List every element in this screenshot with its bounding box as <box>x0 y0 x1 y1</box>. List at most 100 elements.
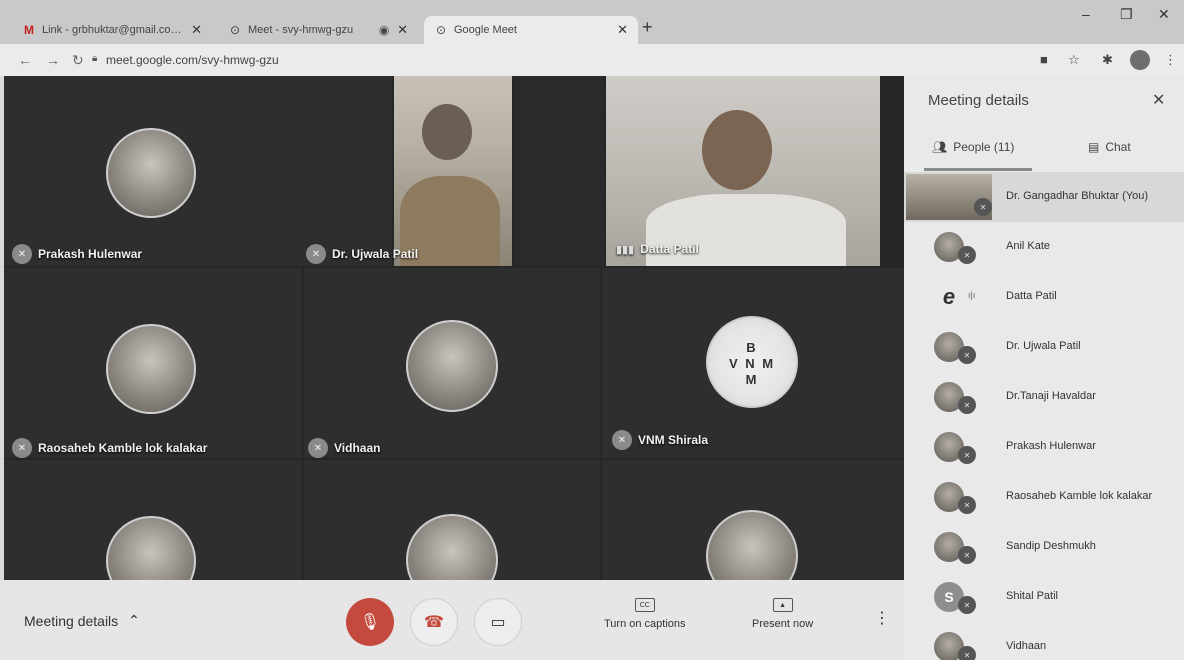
tile-raosaheb-kamble[interactable]: ✕ Raosaheb Kamble lok kalakar <box>4 268 302 458</box>
people-icon: 👥︎ <box>932 140 948 154</box>
chrome-menu-icon[interactable]: ⋮ <box>1164 52 1177 68</box>
mic-off-icon: ✕ <box>958 446 976 464</box>
list-item[interactable]: ✕ Dr. Ujwala Patil <box>904 322 1184 372</box>
participant-face <box>702 110 772 190</box>
hang-up-icon: ☎︎ <box>424 614 444 631</box>
list-item[interactable]: ✕ Dr. Gangadhar Bhuktar (You) <box>904 172 1184 222</box>
camera-toggle-button[interactable]: ▭ <box>474 598 522 646</box>
tab-title: Google Meet <box>454 24 517 36</box>
close-tab-icon[interactable]: ✕ <box>397 22 408 38</box>
participant-name: Raosaheb Kamble lok kalakar <box>1006 490 1153 502</box>
participant-name: Prakash Hulenwar <box>38 247 143 261</box>
gmail-icon: M <box>24 23 34 37</box>
mic-off-icon: ✕ <box>958 646 976 660</box>
mic-off-icon: ✕ <box>308 438 328 458</box>
tile-label: ✕ Vidhaan <box>308 438 380 458</box>
tile-label: ✕ Prakash Hulenwar <box>12 244 142 264</box>
close-tab-icon[interactable]: ✕ <box>191 22 202 38</box>
present-now-button[interactable]: ▲ Present now <box>752 598 813 630</box>
list-item[interactable]: ✕ Anil Kate <box>904 222 1184 272</box>
tab-label: People (11) <box>953 140 1015 154</box>
participant-name: Dr. Ujwala Patil <box>332 247 419 261</box>
mic-off-icon: ✕ <box>306 244 326 264</box>
participant-name: Sandip Deshmukh <box>1006 540 1096 552</box>
bookmark-star-icon[interactable]: ☆ <box>1068 52 1080 68</box>
new-tab-button[interactable]: + <box>642 17 653 38</box>
mic-off-icon: ✕ <box>612 430 632 450</box>
vnm-logo: BV N MM <box>706 316 798 408</box>
close-window-icon[interactable]: ✕ <box>1158 6 1170 23</box>
list-item[interactable]: ✕ Sandip Deshmukh <box>904 522 1184 572</box>
tile-vnm-shirala[interactable]: BV N MM ✕ VNM Shirala <box>602 268 904 458</box>
list-item[interactable]: ✕ Raosaheb Kamble lok kalakar <box>904 472 1184 522</box>
active-tab-indicator <box>924 168 1032 171</box>
list-item[interactable]: ✕ Dr.Tanaji Havaldar <box>904 372 1184 422</box>
leave-call-button[interactable]: ☎︎ <box>410 598 458 646</box>
mic-toggle-button[interactable]: 🎙︎ <box>346 598 394 646</box>
tile-datta-patil[interactable]: ▮▮▮ Datta Patil <box>606 76 880 266</box>
speaking-indicator-icon: ı|ı <box>968 290 976 300</box>
address-bar: ← → ↻ 🔒︎ meet.google.com/svy-hmwg-gzu ■ … <box>0 44 1184 76</box>
forward-icon[interactable]: → <box>46 52 60 68</box>
tab-meet-svy[interactable]: ⊙ Meet - svy-hmwg-gzu ◉ ✕ <box>218 16 418 44</box>
tile-label: ✕ Dr. Ujwala Patil <box>306 244 418 264</box>
extensions-icon[interactable]: ✱ <box>1102 52 1113 68</box>
mic-off-icon: ✕ <box>958 546 976 564</box>
tile-prakash-hulenwar[interactable]: ✕ Prakash Hulenwar <box>4 76 392 266</box>
tab-google-meet[interactable]: ⊙ Google Meet ✕ <box>424 16 638 44</box>
more-options-icon[interactable]: ⋮ <box>874 608 890 628</box>
avatar <box>106 516 196 580</box>
avatar <box>706 510 798 580</box>
mic-off-icon: ✕ <box>958 246 976 264</box>
panel-title: Meeting details <box>928 92 1029 109</box>
participant-name: Dr. Ujwala Patil <box>1006 340 1081 352</box>
participant-name: Anil Kate <box>1006 240 1051 252</box>
avatar <box>406 320 498 412</box>
camera-indicator-icon[interactable]: ■ <box>1040 52 1048 67</box>
mic-off-icon: 🎙︎ <box>359 614 381 631</box>
tab-chat[interactable]: ▤ Chat <box>1088 140 1131 154</box>
browser-tabstrip: M Link - grbhuktar@gmail.com - G ✕ ⊙ Mee… <box>0 0 1184 44</box>
tab-people[interactable]: 👥︎ People (11) <box>932 140 1014 154</box>
participant-name: Datta Patil <box>640 242 699 256</box>
maximize-icon[interactable]: ❐ <box>1120 6 1133 23</box>
reload-icon[interactable]: ↻ <box>72 52 84 69</box>
minimize-icon[interactable]: – <box>1082 6 1090 22</box>
mic-off-icon: ✕ <box>958 496 976 514</box>
tile-vidhaan[interactable]: ✕ Vidhaan <box>304 268 600 458</box>
list-item[interactable]: ✕ Prakash Hulenwar <box>904 422 1184 472</box>
captions-button[interactable]: CC Turn on captions <box>604 598 686 630</box>
participant-name: Vidhaan <box>334 441 381 455</box>
participant-name: Shital Patil <box>1006 590 1058 602</box>
meeting-details-toggle[interactable]: Meeting details ⌃ <box>24 612 140 629</box>
close-tab-icon[interactable]: ✕ <box>617 22 628 38</box>
chat-icon: ▤ <box>1088 140 1100 154</box>
recording-icon: ◉ <box>378 23 390 37</box>
list-item[interactable]: ✕ Vidhaan <box>904 622 1184 660</box>
mic-off-icon: ✕ <box>958 346 976 364</box>
tab-gmail[interactable]: M Link - grbhuktar@gmail.com - G ✕ <box>12 16 212 44</box>
list-item[interactable]: e ı|ı Datta Patil <box>904 272 1184 322</box>
participant-name: Raosaheb Kamble lok kalakar <box>38 441 208 455</box>
tile-participant[interactable] <box>602 460 904 580</box>
participant-name: Dr.Tanaji Havaldar <box>1006 390 1096 402</box>
meeting-details-label: Meeting details <box>24 612 119 629</box>
present-label: Present now <box>752 618 814 630</box>
mic-off-icon: ✕ <box>958 396 976 414</box>
tile-label: ✕ VNM Shirala <box>612 430 708 450</box>
back-icon[interactable]: ← <box>18 52 32 68</box>
lock-icon: 🔒︎ <box>92 53 98 64</box>
url-field[interactable]: meet.google.com/svy-hmwg-gzu <box>106 53 279 67</box>
profile-avatar[interactable] <box>1130 50 1150 70</box>
close-panel-icon[interactable]: ✕ <box>1152 90 1165 110</box>
tile-participant[interactable] <box>4 460 302 580</box>
avatar <box>106 128 196 218</box>
list-item[interactable]: S ✕ Shital Patil <box>904 572 1184 622</box>
participant-name: VNM Shirala <box>638 433 709 447</box>
participant-list: ✕ Dr. Gangadhar Bhuktar (You) ✕ Anil Kat… <box>904 172 1184 660</box>
tab-label: Chat <box>1105 140 1131 154</box>
mic-off-icon: ✕ <box>974 198 992 216</box>
tile-dr-ujwala-patil[interactable] <box>394 76 512 266</box>
meeting-details-panel: Meeting details ✕ 👥︎ People (11) ▤ Chat … <box>904 76 1184 660</box>
tile-participant[interactable] <box>304 460 600 580</box>
